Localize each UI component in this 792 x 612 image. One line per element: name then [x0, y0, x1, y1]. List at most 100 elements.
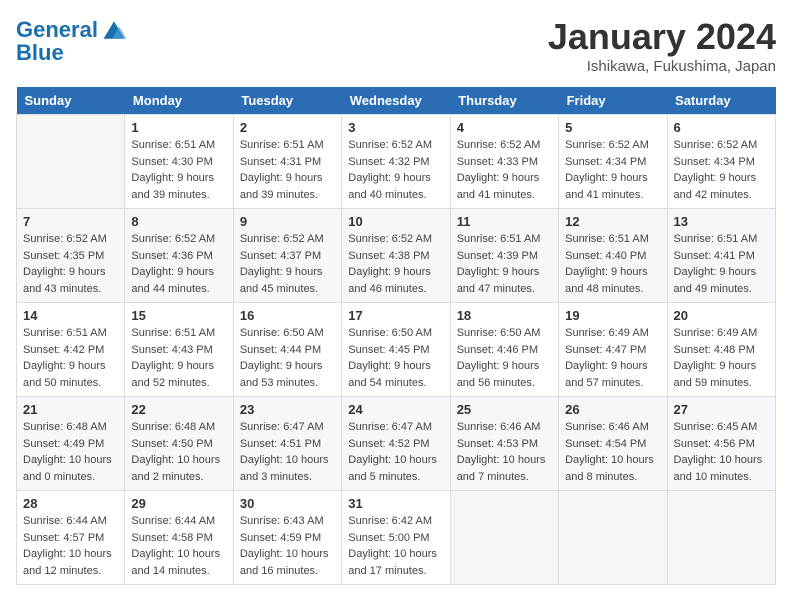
day-number: 28 — [23, 496, 118, 511]
day-number: 16 — [240, 308, 335, 323]
day-info: Sunrise: 6:51 AMSunset: 4:41 PMDaylight:… — [674, 231, 769, 297]
day-info: Sunrise: 6:52 AMSunset: 4:33 PMDaylight:… — [457, 137, 552, 203]
day-info: Sunrise: 6:51 AMSunset: 4:31 PMDaylight:… — [240, 137, 335, 203]
day-info: Sunrise: 6:51 AMSunset: 4:42 PMDaylight:… — [23, 325, 118, 391]
calendar-cell: 9Sunrise: 6:52 AMSunset: 4:37 PMDaylight… — [233, 209, 341, 303]
day-info: Sunrise: 6:47 AMSunset: 4:52 PMDaylight:… — [348, 419, 443, 485]
logo-icon — [100, 16, 128, 44]
day-info: Sunrise: 6:45 AMSunset: 4:56 PMDaylight:… — [674, 419, 769, 485]
calendar-cell: 23 Sunrise: 6:47 AMSunset: 4:51 PMDayligh… — [233, 397, 341, 491]
calendar-cell — [17, 115, 125, 209]
calendar-cell: 1Sunrise: 6:51 AMSunset: 4:30 PMDaylight… — [125, 115, 233, 209]
day-number: 2 — [240, 120, 335, 135]
day-info: Sunrise: 6:52 AMSunset: 4:37 PMDaylight:… — [240, 231, 335, 297]
day-info: Sunrise: 6:47 AMSunset: 4:51 PMDaylight:… — [240, 419, 335, 485]
calendar-cell: 17 Sunrise: 6:50 AMSunset: 4:45 PMDayligh… — [342, 303, 450, 397]
calendar-cell: 15Sunrise: 6:51 AMSunset: 4:43 PMDayligh… — [125, 303, 233, 397]
day-info: Sunrise: 6:48 AMSunset: 4:50 PMDaylight:… — [131, 419, 226, 485]
day-number: 15 — [131, 308, 226, 323]
calendar-cell: 11Sunrise: 6:51 AMSunset: 4:39 PMDayligh… — [450, 209, 558, 303]
day-info: Sunrise: 6:46 AMSunset: 4:54 PMDaylight:… — [565, 419, 660, 485]
calendar-header-row: SundayMondayTuesdayWednesdayThursdayFrid… — [17, 87, 776, 115]
calendar-cell: 8 Sunrise: 6:52 AMSunset: 4:36 PMDaylight… — [125, 209, 233, 303]
day-number: 17 — [348, 308, 443, 323]
calendar-cell: 10 Sunrise: 6:52 AMSunset: 4:38 PMDayligh… — [342, 209, 450, 303]
calendar-week-4: 21 Sunrise: 6:48 AMSunset: 4:49 PMDayligh… — [17, 397, 776, 491]
day-info: Sunrise: 6:52 AMSunset: 4:32 PMDaylight:… — [348, 137, 443, 203]
day-info: Sunrise: 6:52 AMSunset: 4:34 PMDaylight:… — [674, 137, 769, 203]
day-number: 8 — [131, 214, 226, 229]
day-number: 14 — [23, 308, 118, 323]
calendar-table: SundayMondayTuesdayWednesdayThursdayFrid… — [16, 87, 776, 585]
calendar-cell: 18Sunrise: 6:50 AMSunset: 4:46 PMDayligh… — [450, 303, 558, 397]
calendar-cell: 14 Sunrise: 6:51 AMSunset: 4:42 PMDayligh… — [17, 303, 125, 397]
calendar-cell: 21 Sunrise: 6:48 AMSunset: 4:49 PMDayligh… — [17, 397, 125, 491]
calendar-cell: 27Sunrise: 6:45 AMSunset: 4:56 PMDayligh… — [667, 397, 775, 491]
day-number: 22 — [131, 402, 226, 417]
calendar-cell: 20Sunrise: 6:49 AMSunset: 4:48 PMDayligh… — [667, 303, 775, 397]
day-number: 25 — [457, 402, 552, 417]
calendar-cell: 4 Sunrise: 6:52 AMSunset: 4:33 PMDaylight… — [450, 115, 558, 209]
day-info: Sunrise: 6:51 AMSunset: 4:40 PMDaylight:… — [565, 231, 660, 297]
calendar-cell: 6 Sunrise: 6:52 AMSunset: 4:34 PMDaylight… — [667, 115, 775, 209]
day-number: 5 — [565, 120, 660, 135]
col-header-wednesday: Wednesday — [342, 87, 450, 115]
calendar-week-3: 14 Sunrise: 6:51 AMSunset: 4:42 PMDayligh… — [17, 303, 776, 397]
day-number: 19 — [565, 308, 660, 323]
calendar-cell: 25 Sunrise: 6:46 AMSunset: 4:53 PMDayligh… — [450, 397, 558, 491]
calendar-cell: 2 Sunrise: 6:51 AMSunset: 4:31 PMDaylight… — [233, 115, 341, 209]
col-header-monday: Monday — [125, 87, 233, 115]
calendar-cell: 30 Sunrise: 6:43 AMSunset: 4:59 PMDayligh… — [233, 491, 341, 585]
day-info: Sunrise: 6:43 AMSunset: 4:59 PMDaylight:… — [240, 513, 335, 579]
day-info: Sunrise: 6:50 AMSunset: 4:45 PMDaylight:… — [348, 325, 443, 391]
day-info: Sunrise: 6:49 AMSunset: 4:48 PMDaylight:… — [674, 325, 769, 391]
day-number: 1 — [131, 120, 226, 135]
col-header-friday: Friday — [559, 87, 667, 115]
calendar-week-2: 7 Sunrise: 6:52 AMSunset: 4:35 PMDaylight… — [17, 209, 776, 303]
day-number: 30 — [240, 496, 335, 511]
calendar-cell: 7 Sunrise: 6:52 AMSunset: 4:35 PMDaylight… — [17, 209, 125, 303]
day-info: Sunrise: 6:49 AMSunset: 4:47 PMDaylight:… — [565, 325, 660, 391]
calendar-cell: 5Sunrise: 6:52 AMSunset: 4:34 PMDaylight… — [559, 115, 667, 209]
day-info: Sunrise: 6:50 AMSunset: 4:46 PMDaylight:… — [457, 325, 552, 391]
day-number: 3 — [348, 120, 443, 135]
day-number: 29 — [131, 496, 226, 511]
calendar-cell — [667, 491, 775, 585]
day-number: 6 — [674, 120, 769, 135]
calendar-cell: 3 Sunrise: 6:52 AMSunset: 4:32 PMDaylight… — [342, 115, 450, 209]
day-info: Sunrise: 6:52 AMSunset: 4:35 PMDaylight:… — [23, 231, 118, 297]
logo: General Blue — [16, 16, 128, 66]
day-number: 23 — [240, 402, 335, 417]
calendar-cell: 16 Sunrise: 6:50 AMSunset: 4:44 PMDayligh… — [233, 303, 341, 397]
title-block: January 2024 Ishikawa, Fukushima, Japan — [548, 16, 776, 75]
page-header: General Blue January 2024 Ishikawa, Fuku… — [16, 16, 776, 75]
calendar-cell: 28Sunrise: 6:44 AMSunset: 4:57 PMDayligh… — [17, 491, 125, 585]
day-info: Sunrise: 6:42 AMSunset: 5:00 PMDaylight:… — [348, 513, 443, 579]
day-info: Sunrise: 6:52 AMSunset: 4:38 PMDaylight:… — [348, 231, 443, 297]
calendar-cell: 24 Sunrise: 6:47 AMSunset: 4:52 PMDayligh… — [342, 397, 450, 491]
day-number: 4 — [457, 120, 552, 135]
month-title: January 2024 — [548, 16, 776, 58]
day-number: 7 — [23, 214, 118, 229]
day-info: Sunrise: 6:46 AMSunset: 4:53 PMDaylight:… — [457, 419, 552, 485]
day-number: 21 — [23, 402, 118, 417]
day-info: Sunrise: 6:48 AMSunset: 4:49 PMDaylight:… — [23, 419, 118, 485]
day-number: 10 — [348, 214, 443, 229]
calendar-cell: 12 Sunrise: 6:51 AMSunset: 4:40 PMDayligh… — [559, 209, 667, 303]
calendar-cell: 26 Sunrise: 6:46 AMSunset: 4:54 PMDayligh… — [559, 397, 667, 491]
logo-text: General — [16, 18, 98, 42]
day-info: Sunrise: 6:51 AMSunset: 4:39 PMDaylight:… — [457, 231, 552, 297]
col-header-saturday: Saturday — [667, 87, 775, 115]
calendar-week-1: 1Sunrise: 6:51 AMSunset: 4:30 PMDaylight… — [17, 115, 776, 209]
day-number: 26 — [565, 402, 660, 417]
calendar-cell — [450, 491, 558, 585]
calendar-cell — [559, 491, 667, 585]
day-number: 24 — [348, 402, 443, 417]
day-info: Sunrise: 6:50 AMSunset: 4:44 PMDaylight:… — [240, 325, 335, 391]
day-number: 12 — [565, 214, 660, 229]
day-info: Sunrise: 6:52 AMSunset: 4:36 PMDaylight:… — [131, 231, 226, 297]
calendar-cell: 13Sunrise: 6:51 AMSunset: 4:41 PMDayligh… — [667, 209, 775, 303]
col-header-tuesday: Tuesday — [233, 87, 341, 115]
day-info: Sunrise: 6:44 AMSunset: 4:58 PMDaylight:… — [131, 513, 226, 579]
calendar-cell: 31Sunrise: 6:42 AMSunset: 5:00 PMDayligh… — [342, 491, 450, 585]
